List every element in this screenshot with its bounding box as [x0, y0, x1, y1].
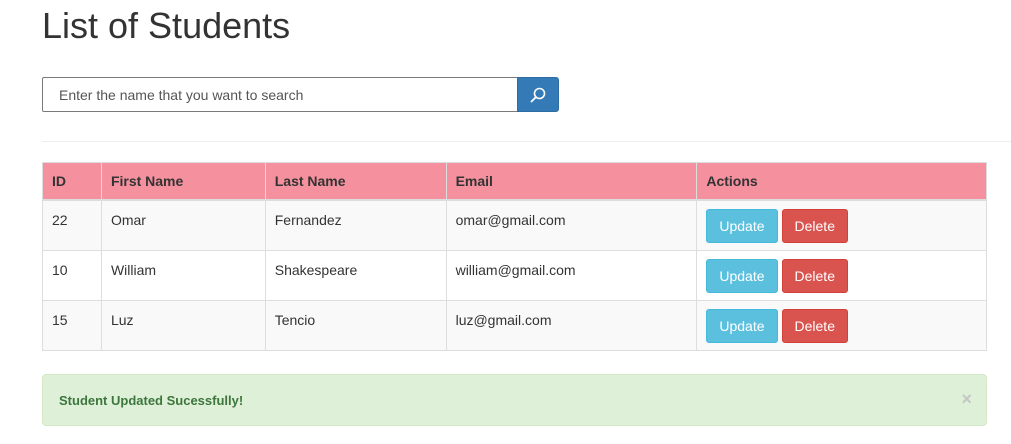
cell-id: 22: [42, 199, 102, 251]
table-row: 22 Omar Fernandez omar@gmail.com Update D…: [42, 199, 987, 251]
cell-id: 10: [42, 249, 102, 301]
cell-last-name: Fernandez: [264, 199, 447, 251]
cell-last-name: Tencio: [264, 299, 447, 351]
search-button[interactable]: [517, 77, 559, 112]
cell-email: luz@gmail.com: [445, 299, 698, 351]
cell-first-name: William: [100, 249, 266, 301]
cell-email: william@gmail.com: [445, 249, 698, 301]
cell-id: 15: [42, 299, 102, 351]
cell-last-name: Shakespeare: [264, 249, 447, 301]
students-table: ID First Name Last Name Email Actions 22…: [42, 162, 987, 351]
page: List of Students ID First Name Last Name…: [0, 0, 1011, 444]
column-header-last-name: Last Name: [264, 162, 447, 201]
column-header-email: Email: [445, 162, 698, 201]
table-row: 10 William Shakespeare william@gmail.com…: [42, 249, 987, 301]
delete-button[interactable]: Delete: [781, 258, 848, 293]
cell-first-name: Luz: [100, 299, 266, 351]
search-bar: [42, 77, 559, 112]
column-header-first-name: First Name: [100, 162, 266, 201]
table-row: 15 Luz Tencio luz@gmail.com Update Delete: [42, 299, 987, 351]
cell-actions: Update Delete: [696, 299, 987, 351]
update-button[interactable]: Update: [706, 308, 778, 343]
success-alert: Student Updated Sucessfully! ×: [42, 374, 987, 426]
close-icon[interactable]: ×: [961, 389, 972, 409]
column-header-actions: Actions: [696, 162, 987, 201]
cell-actions: Update Delete: [696, 199, 987, 251]
divider: [42, 141, 1011, 142]
delete-button[interactable]: Delete: [781, 209, 848, 243]
update-button[interactable]: Update: [706, 258, 778, 293]
column-header-id: ID: [42, 162, 102, 201]
cell-actions: Update Delete: [696, 249, 987, 301]
search-icon: [530, 87, 546, 102]
delete-button[interactable]: Delete: [781, 308, 848, 343]
table-header-row: ID First Name Last Name Email Actions: [42, 162, 987, 201]
update-button[interactable]: Update: [706, 209, 778, 243]
cell-first-name: Omar: [100, 199, 266, 251]
cell-email: omar@gmail.com: [445, 199, 698, 251]
alert-message: Student Updated Sucessfully!: [59, 392, 244, 408]
page-title: List of Students: [42, 5, 291, 46]
search-input[interactable]: [42, 77, 517, 112]
